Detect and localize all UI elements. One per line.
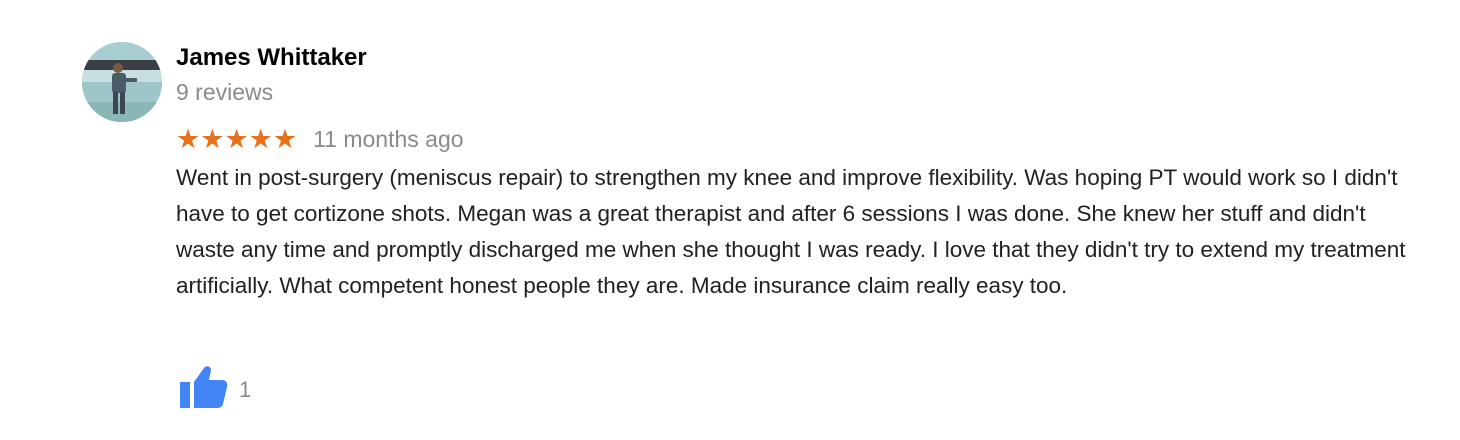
like-count: 1 — [239, 377, 252, 402]
thumbs-up-icon — [180, 366, 228, 408]
star-icon: ★ — [176, 124, 201, 154]
star-icon: ★ — [248, 124, 273, 154]
review-time: 11 months ago — [313, 126, 464, 152]
rating-row: ★ ★ ★ ★ ★ 11 months ago — [176, 124, 464, 154]
reviewer-name[interactable]: James Whittaker — [176, 44, 367, 72]
like-button[interactable] — [178, 364, 230, 410]
star-icon: ★ — [224, 124, 249, 154]
review-card: James Whittaker 9 reviews ★ ★ ★ ★ ★ 11 month… — [0, 0, 1460, 440]
star-icon: ★ — [200, 124, 225, 154]
star-icon: ★ — [272, 124, 298, 154]
reviewer-review-count[interactable]: 9 reviews — [176, 78, 273, 106]
avatar[interactable] — [82, 42, 162, 122]
review-text: Went in post-surgery (meniscus repair) t… — [176, 165, 1406, 298]
star-rating: ★ ★ ★ ★ ★ — [176, 124, 297, 154]
avatar-photo — [82, 42, 162, 122]
